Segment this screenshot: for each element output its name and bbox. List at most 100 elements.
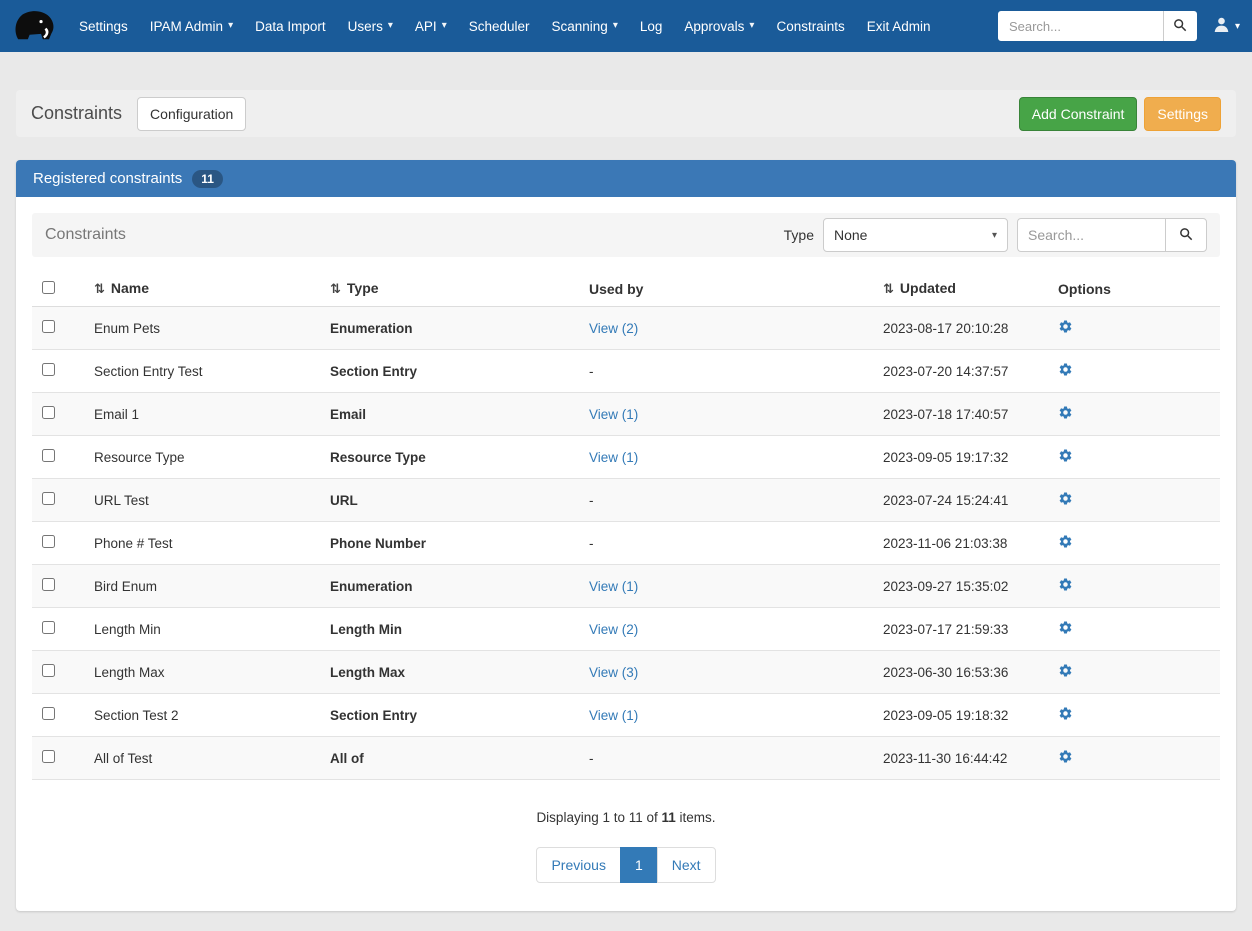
row-checkbox[interactable]: [42, 750, 55, 763]
row-used-by[interactable]: View (1): [589, 708, 638, 723]
nav-item-constraints[interactable]: Constraints: [765, 12, 855, 41]
panel-body: Constraints Type None ▾ Search... ⇅ Name…: [16, 197, 1236, 911]
main-nav: Settings IPAM Admin ▾ Data Import Users ▾ …: [68, 12, 942, 41]
chevron-down-icon: ▾: [1234, 20, 1240, 32]
table-body: Enum Pets Enumeration View (2) 2023-08-1…: [32, 306, 1220, 780]
nav-item-scanning[interactable]: Scanning ▾: [541, 12, 629, 41]
nav-item-log[interactable]: Log: [629, 12, 674, 41]
column-header-type[interactable]: Type: [347, 280, 379, 296]
nav-item-label: API: [414, 18, 437, 34]
sort-icon[interactable]: ⇅: [94, 281, 105, 296]
row-name: Email 1: [94, 406, 140, 422]
row-used-by: -: [589, 363, 594, 379]
nav-item-approvals[interactable]: Approvals ▾: [673, 12, 765, 41]
type-filter-value: None: [834, 227, 868, 243]
nav-item-exit-admin[interactable]: Exit Admin: [856, 12, 942, 41]
table-row: Bird Enum Enumeration View (1) 2023-09-2…: [32, 564, 1220, 608]
table-search-button[interactable]: [1165, 218, 1207, 252]
global-search-input[interactable]: [997, 11, 1163, 41]
gear-icon[interactable]: [1058, 448, 1073, 463]
global-search-button[interactable]: [1162, 11, 1197, 41]
configuration-button[interactable]: Configuration: [137, 96, 247, 131]
row-type: Email: [330, 406, 367, 422]
nav-item-label: Users: [347, 18, 383, 34]
row-checkbox[interactable]: [42, 707, 55, 720]
page-title: Constraints: [31, 103, 123, 123]
row-checkbox[interactable]: [42, 535, 55, 548]
nav-item-api[interactable]: API ▾: [404, 12, 458, 41]
gear-icon[interactable]: [1058, 749, 1073, 764]
gear-icon[interactable]: [1058, 362, 1073, 377]
table-row: Length Min Length Min View (2) 2023-07-1…: [32, 607, 1220, 651]
row-name: URL Test: [94, 492, 149, 508]
add-constraint-button[interactable]: Add Constraint: [1018, 96, 1138, 131]
row-checkbox[interactable]: [42, 320, 55, 333]
row-type: Resource Type: [330, 449, 426, 465]
sort-icon[interactable]: ⇅: [883, 281, 894, 296]
app-logo[interactable]: [10, 3, 58, 49]
user-menu[interactable]: ▾: [1211, 12, 1242, 40]
row-checkbox[interactable]: [42, 406, 55, 419]
type-filter-select[interactable]: None ▾: [823, 218, 1008, 252]
sort-icon[interactable]: ⇅: [330, 281, 341, 296]
row-type: All of: [330, 750, 364, 766]
summary-suffix: items.: [675, 810, 716, 825]
pagination-page-1[interactable]: 1: [619, 847, 658, 883]
row-checkbox[interactable]: [42, 664, 55, 677]
row-updated: 2023-08-17 20:10:28: [883, 320, 1009, 336]
table-search-input[interactable]: [1017, 218, 1165, 252]
chevron-down-icon: ▾: [228, 20, 234, 31]
row-checkbox[interactable]: [42, 492, 55, 505]
row-name: All of Test: [94, 750, 153, 766]
row-checkbox[interactable]: [42, 578, 55, 591]
nav-item-users[interactable]: Users ▾: [337, 12, 404, 41]
row-updated: 2023-07-20 14:37:57: [883, 363, 1009, 379]
row-used-by[interactable]: View (1): [589, 407, 638, 422]
nav-item-scheduler[interactable]: Scheduler: [458, 12, 541, 41]
nav-item-settings[interactable]: Settings: [68, 12, 139, 41]
nav-item-data-import[interactable]: Data Import: [244, 12, 337, 41]
row-type: URL: [330, 492, 358, 508]
settings-button[interactable]: Settings: [1144, 96, 1221, 131]
row-updated: 2023-07-17 21:59:33: [883, 621, 1009, 637]
gear-icon[interactable]: [1058, 405, 1073, 420]
constraints-panel: Registered constraints 11 Constraints Ty…: [16, 160, 1236, 911]
nav-item-label: Exit Admin: [866, 18, 931, 34]
column-header-options: Options: [1058, 280, 1111, 297]
nav-item-label: Scheduler: [468, 18, 530, 34]
row-checkbox[interactable]: [42, 363, 55, 376]
row-checkbox[interactable]: [42, 449, 55, 462]
panel-heading: Registered constraints 11: [16, 160, 1236, 197]
row-updated: 2023-07-24 15:24:41: [883, 492, 1009, 508]
select-all-checkbox[interactable]: [42, 280, 55, 294]
pagination: Previous 1 Next: [32, 847, 1220, 883]
gear-icon[interactable]: [1058, 534, 1073, 549]
row-checkbox[interactable]: [42, 621, 55, 634]
pagination-previous[interactable]: Previous: [536, 847, 621, 883]
row-used-by[interactable]: View (2): [589, 622, 638, 637]
panel-title: Registered constraints: [33, 170, 183, 187]
column-header-name[interactable]: Name: [111, 280, 149, 296]
gear-icon[interactable]: [1058, 491, 1073, 506]
row-used-by[interactable]: View (1): [589, 450, 638, 465]
summary-prefix: Displaying 1 to 11 of: [536, 810, 662, 825]
gear-icon[interactable]: [1058, 319, 1073, 334]
chevron-down-icon: ▾: [991, 229, 997, 241]
pagination-next[interactable]: Next: [656, 847, 716, 883]
row-used-by: -: [589, 492, 594, 508]
gear-icon[interactable]: [1058, 663, 1073, 678]
row-used-by[interactable]: View (2): [589, 321, 638, 336]
gear-icon[interactable]: [1058, 620, 1073, 635]
toolbar-title: Constraints: [45, 226, 126, 243]
row-updated: 2023-07-18 17:40:57: [883, 406, 1009, 422]
gear-icon[interactable]: [1058, 577, 1073, 592]
row-used-by[interactable]: View (1): [589, 579, 638, 594]
row-used-by: -: [589, 535, 594, 551]
search-icon: [1179, 227, 1193, 244]
gear-icon[interactable]: [1058, 706, 1073, 721]
nav-item-label: Log: [639, 18, 663, 34]
row-type: Phone Number: [330, 535, 427, 551]
row-used-by[interactable]: View (3): [589, 665, 638, 680]
nav-item-ipam-admin[interactable]: IPAM Admin ▾: [139, 12, 244, 41]
column-header-updated[interactable]: Updated: [900, 280, 956, 296]
